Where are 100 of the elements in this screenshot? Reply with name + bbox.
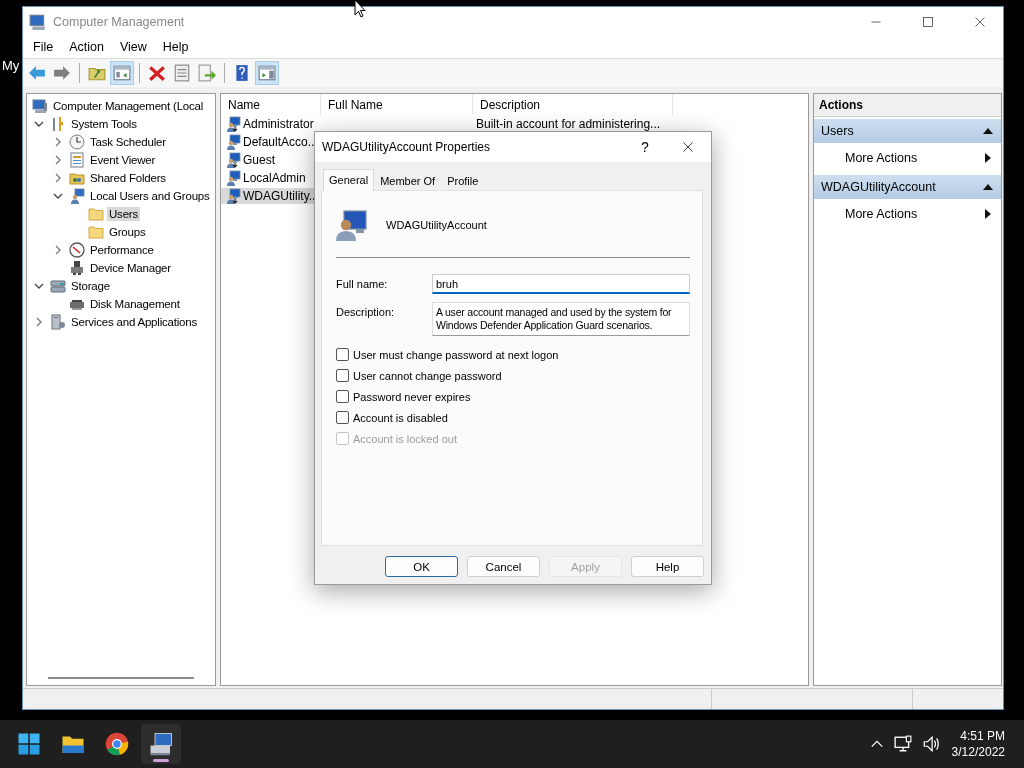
checkbox-label: Password never expires xyxy=(353,390,471,403)
action-item[interactable]: More Actions xyxy=(814,143,1001,173)
column-header[interactable]: Description xyxy=(473,94,673,115)
dialog-button[interactable]: OK xyxy=(385,556,458,577)
clock-date[interactable]: 3/12/2022 xyxy=(951,744,1005,760)
user-name: DefaultAcco.. xyxy=(243,135,315,149)
browser-icon[interactable] xyxy=(105,732,129,756)
forward-arrow-icon[interactable] xyxy=(53,64,71,82)
dialog-title: WDAGUtilityAccount Properties xyxy=(322,140,492,154)
checkbox[interactable] xyxy=(336,411,349,424)
tree-item[interactable]: Users xyxy=(107,207,141,221)
clock-time[interactable]: 4:51 PM xyxy=(960,728,1005,744)
computer-icon[interactable] xyxy=(149,732,173,756)
tree-item[interactable]: Disk Management xyxy=(88,297,182,311)
tree-item[interactable]: Local Users and Groups xyxy=(88,189,212,203)
collapse-triangle-icon[interactable] xyxy=(983,127,993,135)
action-section-header[interactable]: WDAGUtilityAccount xyxy=(814,175,1001,199)
column-header[interactable]: Name xyxy=(221,94,321,115)
account-name: WDAGUtilityAccount xyxy=(386,219,487,231)
menu-item[interactable]: File xyxy=(25,38,62,56)
user-row[interactable]: LocalAdmin xyxy=(221,169,315,187)
user-name: WDAGUtility.. xyxy=(243,189,316,203)
dialog-button[interactable]: Help xyxy=(631,556,704,577)
close-icon[interactable] xyxy=(682,141,694,153)
submenu-arrow-icon xyxy=(985,209,991,219)
event-log-icon xyxy=(69,152,85,168)
checkbox-label: Account is disabled xyxy=(353,411,448,424)
checkbox[interactable] xyxy=(336,369,349,382)
server-icon xyxy=(50,314,66,330)
tree-pane-icon[interactable] xyxy=(113,64,131,82)
desktop-icon-label: My xyxy=(2,58,20,73)
tree-item[interactable]: System Tools xyxy=(69,117,139,131)
user-account-icon xyxy=(225,134,241,150)
back-arrow-icon[interactable] xyxy=(28,64,46,82)
full-name-field[interactable]: bruh xyxy=(432,274,690,294)
properties-icon[interactable] xyxy=(173,64,191,82)
maximize-icon[interactable] xyxy=(922,15,934,28)
action-item[interactable]: More Actions xyxy=(814,199,1001,229)
scrollbar-thumb[interactable] xyxy=(48,677,194,679)
checkbox-label: User cannot change password xyxy=(353,369,502,382)
help-button[interactable]: ? xyxy=(625,139,665,155)
gauge-icon xyxy=(69,242,85,258)
tree-item[interactable]: Device Manager xyxy=(88,261,173,275)
menu-item[interactable]: Action xyxy=(61,38,112,56)
user-row[interactable]: DefaultAcco.. xyxy=(221,133,315,151)
tree-item[interactable]: Storage xyxy=(69,279,112,293)
users-icon xyxy=(69,188,85,204)
user-account-icon xyxy=(225,170,241,186)
collapsed-chevron-icon[interactable] xyxy=(53,155,63,165)
user-name: LocalAdmin xyxy=(243,171,306,185)
tree-item[interactable]: Task Scheduler xyxy=(88,135,168,149)
collapsed-chevron-icon[interactable] xyxy=(53,245,63,255)
tree-item[interactable]: Shared Folders xyxy=(88,171,168,185)
description-field[interactable]: A user account managed and used by the system for Windows Defender Application Guard scenarios. xyxy=(432,302,690,336)
folder-icon xyxy=(88,224,104,240)
storage-icon xyxy=(50,278,66,294)
menu-item[interactable]: View xyxy=(111,38,155,56)
tree-item[interactable]: Performance xyxy=(88,243,156,257)
actions-title: Actions xyxy=(814,94,1001,117)
close-icon[interactable] xyxy=(974,15,986,28)
checkbox-label: Account is locked out xyxy=(353,432,457,445)
tree-item[interactable]: Computer Management (Local xyxy=(51,99,206,113)
folder-icon xyxy=(88,206,104,222)
checkbox[interactable] xyxy=(336,390,349,403)
dialog-button: Apply xyxy=(549,556,622,577)
tree-item[interactable]: Groups xyxy=(107,225,148,239)
menu-item[interactable]: Help xyxy=(154,38,197,56)
action-section-header[interactable]: Users xyxy=(814,119,1001,143)
start-icon[interactable] xyxy=(17,732,41,756)
tree-item[interactable]: Event Viewer xyxy=(88,153,158,167)
expanded-chevron-icon[interactable] xyxy=(34,281,44,291)
collapsed-chevron-icon[interactable] xyxy=(34,317,44,327)
user-row[interactable]: Guest xyxy=(221,151,315,169)
user-account-icon xyxy=(225,188,241,204)
collapsed-chevron-icon[interactable] xyxy=(53,137,63,147)
collapse-triangle-icon[interactable] xyxy=(983,183,993,191)
clock-icon xyxy=(69,134,85,150)
collapsed-chevron-icon[interactable] xyxy=(53,173,63,183)
tab[interactable]: General xyxy=(323,169,375,191)
tab[interactable]: Member Of xyxy=(374,171,442,190)
checkbox-label: User must change password at next logon xyxy=(353,348,559,361)
user-account-icon xyxy=(336,209,368,241)
field-label: Description: xyxy=(336,305,396,318)
delete-icon[interactable] xyxy=(148,64,166,82)
device-icon xyxy=(69,260,85,276)
network-icon[interactable] xyxy=(893,735,912,753)
column-header[interactable]: Full Name xyxy=(321,94,473,115)
dialog-button[interactable]: Cancel xyxy=(467,556,540,577)
action-pane-icon[interactable] xyxy=(258,64,276,82)
running-indicator xyxy=(153,759,169,762)
help-icon[interactable] xyxy=(233,64,251,82)
expanded-chevron-icon[interactable] xyxy=(53,191,63,201)
tree-item[interactable]: Services and Applications xyxy=(69,315,200,329)
volume-icon[interactable] xyxy=(921,735,940,753)
export-list-icon[interactable] xyxy=(198,64,216,82)
tab[interactable]: Profile xyxy=(441,171,485,190)
app-icon xyxy=(29,12,47,31)
expanded-chevron-icon[interactable] xyxy=(34,119,44,129)
checkbox[interactable] xyxy=(336,348,349,361)
user-account-icon xyxy=(225,152,241,168)
